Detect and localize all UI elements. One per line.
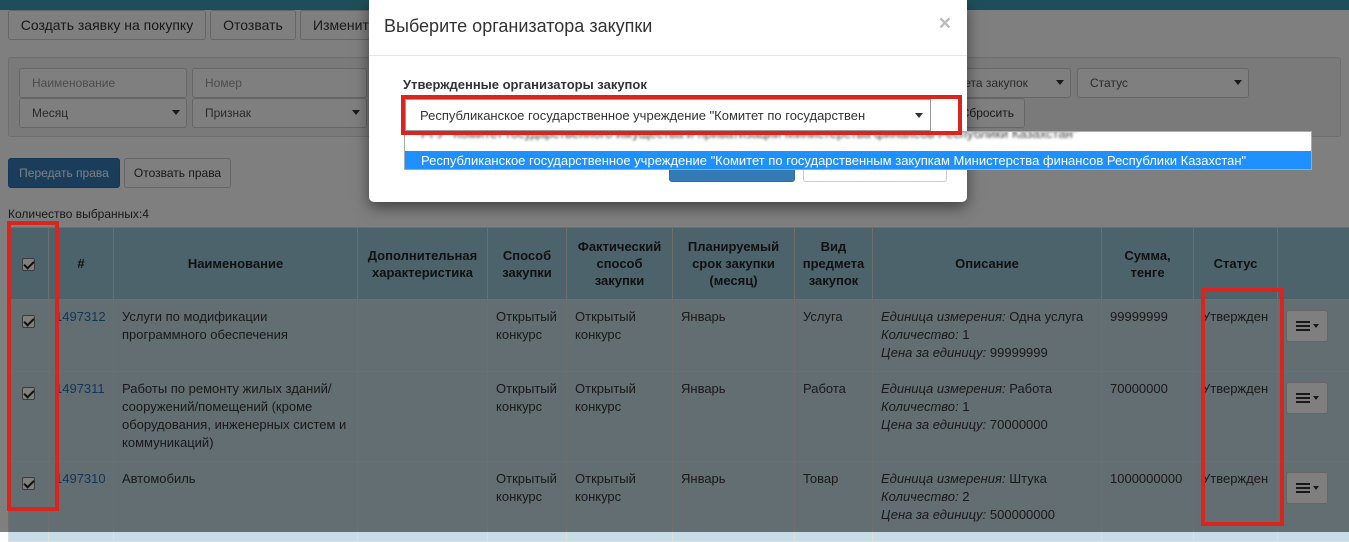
annotation-highlight-checkboxes — [7, 221, 59, 511]
organizer-option-highlighted[interactable]: Республиканское государственное учрежден… — [405, 151, 1312, 170]
organizer-dropdown-list: РГУ "Комитет государственного имущества … — [404, 131, 1312, 170]
annotation-highlight-select — [401, 95, 962, 135]
organizers-field-label: Утвержденные организаторы закупок — [403, 77, 647, 92]
modal-title: Выберите организатора закупки — [384, 16, 652, 37]
modal-divider — [369, 55, 967, 56]
annotation-highlight-status — [1201, 288, 1284, 526]
close-icon[interactable]: × — [939, 12, 951, 36]
